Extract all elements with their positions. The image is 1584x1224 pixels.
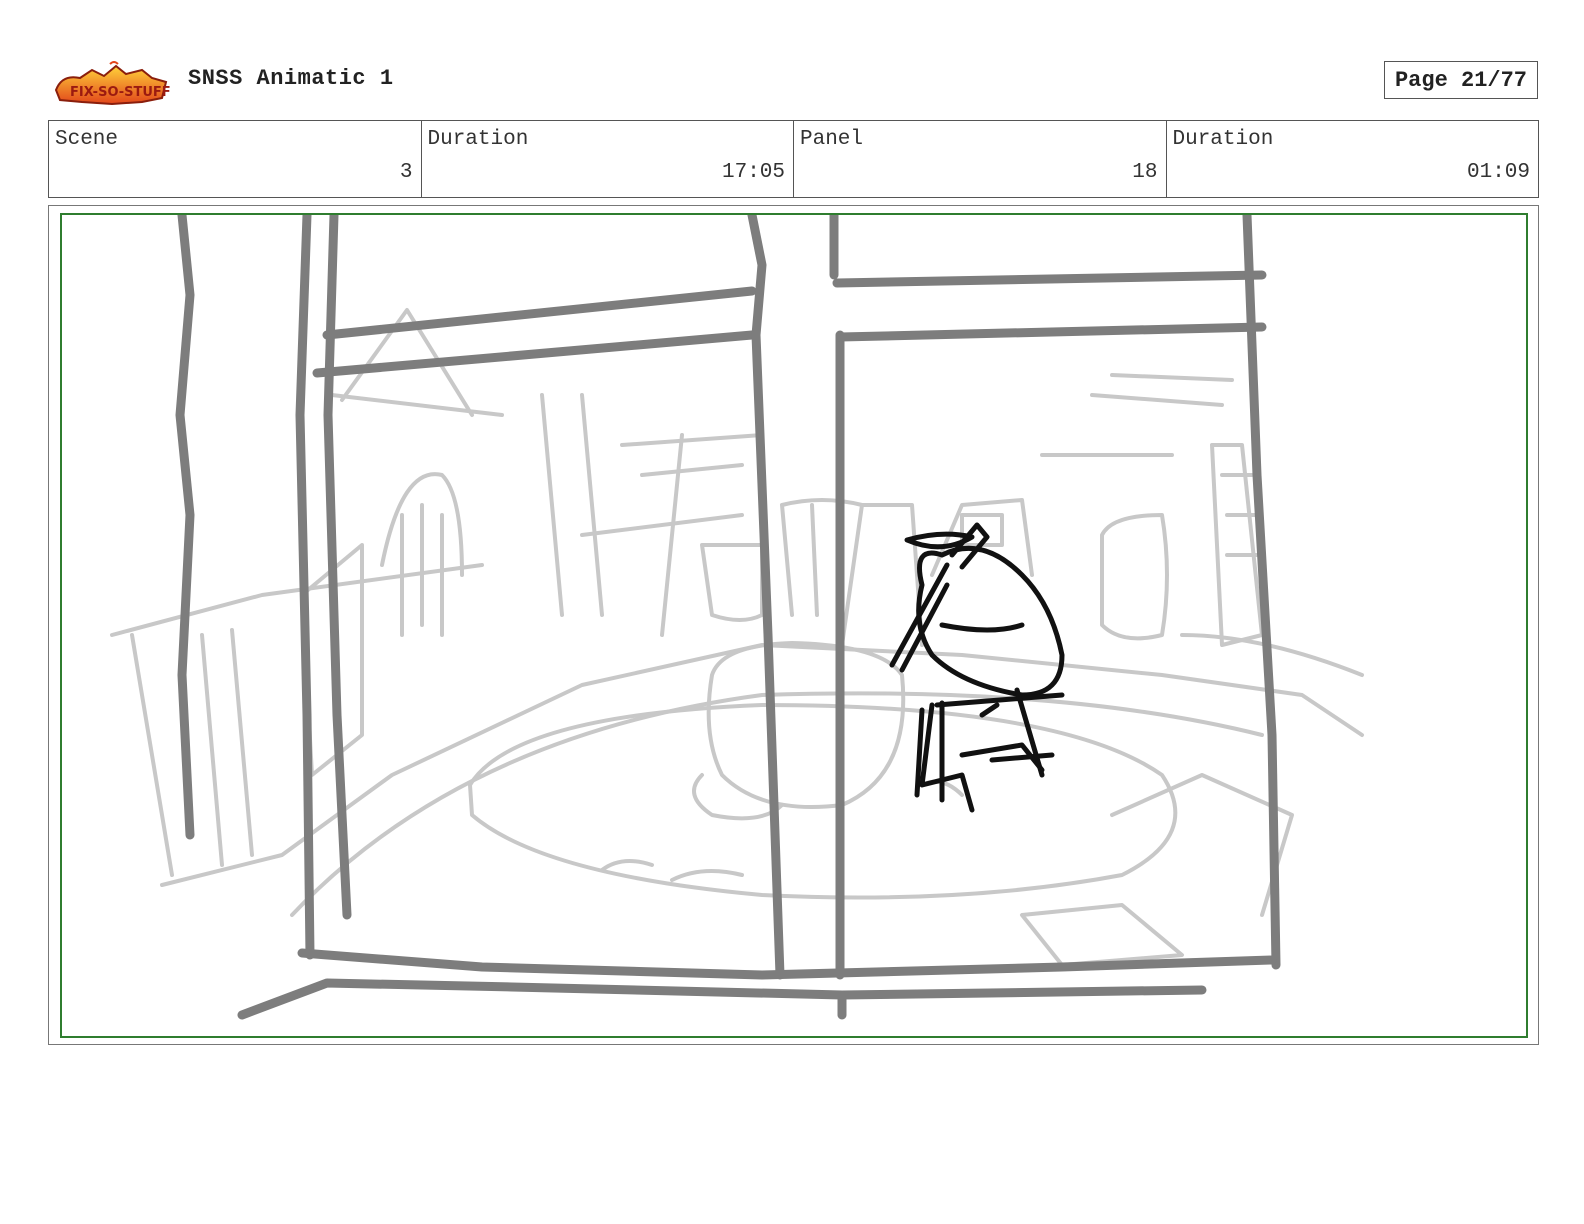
storyboard-panel bbox=[60, 213, 1528, 1038]
panel-label: Panel bbox=[800, 128, 864, 151]
panel-duration-label: Duration bbox=[1172, 128, 1274, 151]
scene-label: Scene bbox=[55, 128, 119, 151]
panel-value: 18 bbox=[1132, 161, 1158, 184]
scene-value: 3 bbox=[399, 161, 413, 184]
panel-cell: Panel 18 bbox=[794, 121, 1167, 197]
panel-duration-value: 01:09 bbox=[1466, 161, 1530, 184]
scene-duration-cell: Duration 17:05 bbox=[422, 121, 794, 197]
scene-duration-value: 17:05 bbox=[721, 161, 785, 184]
scene-duration-label: Duration bbox=[427, 128, 529, 151]
document-title: SNSS Animatic 1 bbox=[188, 66, 394, 91]
panel-duration-cell: Duration 01:09 bbox=[1167, 121, 1539, 197]
show-logo: FIX-SO-STUFF bbox=[54, 61, 170, 106]
scene-info-table: Scene 3 Duration 17:05 Panel 18 Duration… bbox=[48, 120, 1539, 198]
svg-text:FIX-SO-STUFF: FIX-SO-STUFF bbox=[70, 85, 170, 100]
page-indicator: Page 21/77 bbox=[1384, 61, 1538, 99]
storyboard-sketch bbox=[110, 215, 1364, 1020]
scene-cell: Scene 3 bbox=[49, 121, 422, 197]
